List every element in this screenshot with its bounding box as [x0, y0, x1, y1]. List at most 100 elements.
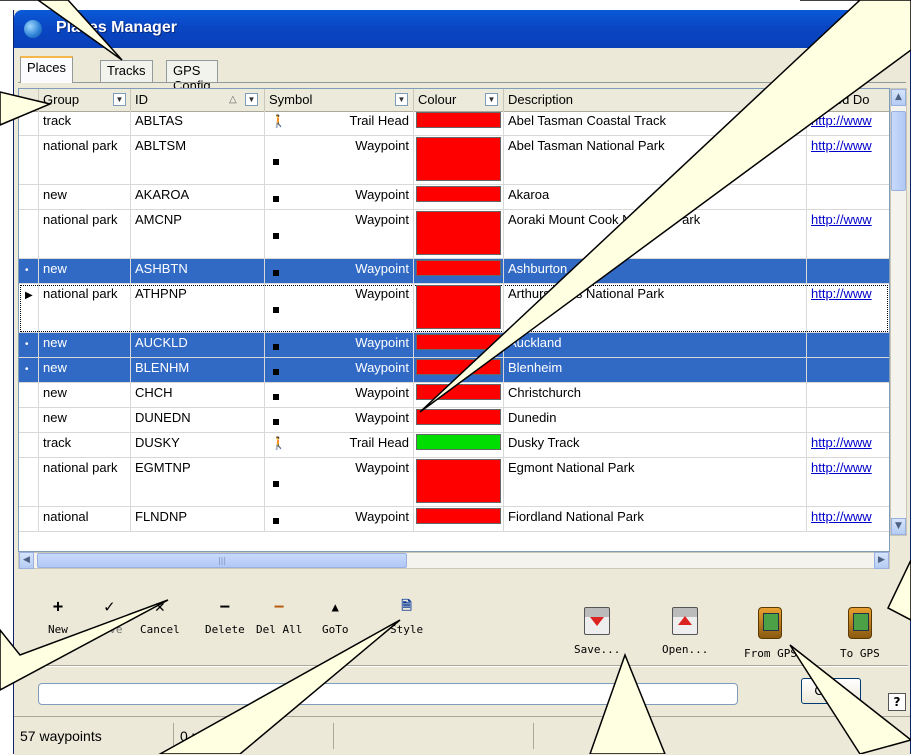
open-file-button[interactable]: Open...: [662, 607, 708, 656]
cell-description[interactable]: Fiordland National Park: [504, 507, 807, 531]
row-indicator[interactable]: [19, 383, 39, 407]
cell-symbol[interactable]: Waypoint: [265, 284, 414, 332]
cell-colour[interactable]: [414, 408, 504, 432]
linked-doc-link[interactable]: http://www: [811, 212, 872, 227]
from-gps-button[interactable]: From GPS: [744, 607, 797, 660]
save-button[interactable]: ✓ Save: [96, 597, 123, 636]
cell-linked-doc[interactable]: http://www: [807, 284, 889, 332]
cell-linked-doc[interactable]: [807, 358, 889, 382]
to-gps-button[interactable]: To GPS: [840, 607, 880, 660]
cell-colour[interactable]: [414, 259, 504, 283]
cell-colour[interactable]: [414, 383, 504, 407]
cell-description[interactable]: Akaroa: [504, 185, 807, 209]
table-row[interactable]: national park ABLTSM Waypoint Abel Tasman N…: [19, 136, 889, 185]
cell-symbol[interactable]: 🚶 Trail Head: [265, 433, 414, 457]
linked-doc-link[interactable]: http://www: [811, 460, 872, 475]
tab-places[interactable]: Places: [20, 56, 74, 83]
cell-description[interactable]: Arthurs Pass National Park: [504, 284, 807, 332]
cell-group[interactable]: national: [39, 507, 131, 531]
table-row[interactable]: new AKAROA Waypoint Akaroa: [19, 185, 889, 210]
cell-symbol[interactable]: Waypoint: [265, 507, 414, 531]
table-row[interactable]: • new AUCKLD Waypoint Auckland: [19, 333, 889, 358]
row-indicator[interactable]: [19, 458, 39, 506]
horizontal-scroll-thumb[interactable]: |||: [37, 553, 407, 568]
cell-id[interactable]: BLENHM: [131, 358, 265, 382]
cell-symbol[interactable]: Waypoint: [265, 333, 414, 357]
cell-colour[interactable]: [414, 333, 504, 357]
linked-doc-link[interactable]: http://www: [811, 138, 872, 153]
cell-symbol[interactable]: 🚶 Trail Head: [265, 111, 414, 135]
cell-group[interactable]: national park: [39, 136, 131, 184]
cell-group[interactable]: track: [39, 111, 131, 135]
cell-id[interactable]: ATHPNP: [131, 284, 265, 332]
cell-description[interactable]: Abel Tasman Coastal Track: [504, 111, 807, 135]
row-indicator[interactable]: [19, 210, 39, 258]
header-group[interactable]: Group ▼: [39, 89, 131, 111]
cell-id[interactable]: ABLTAS: [131, 111, 265, 135]
cancel-button[interactable]: ✕ Cancel: [140, 597, 180, 636]
tab-gps-config[interactable]: GPS Config: [166, 60, 218, 93]
cell-group[interactable]: new: [39, 333, 131, 357]
cell-id[interactable]: DUNEDN: [131, 408, 265, 432]
row-indicator[interactable]: [19, 185, 39, 209]
cell-id[interactable]: CHCH: [131, 383, 265, 407]
cell-group[interactable]: national park: [39, 284, 131, 332]
cell-id[interactable]: FLNDNP: [131, 507, 265, 531]
cell-linked-doc[interactable]: [807, 259, 889, 283]
cell-colour[interactable]: [414, 358, 504, 382]
row-indicator[interactable]: [19, 507, 39, 531]
table-row[interactable]: • new BLENHM Waypoint Blenheim: [19, 358, 889, 383]
linked-doc-link[interactable]: http://www: [811, 435, 872, 450]
goto-button[interactable]: ▲ GoTo: [322, 597, 349, 636]
style-button[interactable]: 🗎 Style: [390, 597, 423, 636]
linked-doc-link[interactable]: http://www: [811, 509, 872, 524]
colour-filter-dropdown-icon[interactable]: ▼: [485, 93, 498, 106]
vertical-scroll-thumb[interactable]: [891, 111, 906, 191]
cell-symbol[interactable]: Waypoint: [265, 408, 414, 432]
cell-linked-doc[interactable]: [807, 383, 889, 407]
cell-symbol[interactable]: Waypoint: [265, 383, 414, 407]
group-filter-dropdown-icon[interactable]: ▼: [113, 93, 126, 106]
cell-id[interactable]: ABLTSM: [131, 136, 265, 184]
help-icon[interactable]: ?: [888, 693, 906, 711]
cell-id[interactable]: AKAROA: [131, 185, 265, 209]
cell-id[interactable]: EGMTNP: [131, 458, 265, 506]
row-indicator[interactable]: •: [19, 358, 39, 382]
cell-symbol[interactable]: Waypoint: [265, 458, 414, 506]
table-row[interactable]: national FLNDNP Waypoint Fiordland National…: [19, 507, 889, 532]
cell-colour[interactable]: [414, 458, 504, 506]
row-indicator[interactable]: [19, 136, 39, 184]
cell-colour[interactable]: [414, 111, 504, 135]
cell-colour[interactable]: [414, 210, 504, 258]
header-linked-doc[interactable]: Linked Do: [807, 89, 889, 111]
tab-tracks[interactable]: Tracks: [100, 60, 153, 82]
cell-linked-doc[interactable]: http://www: [807, 210, 889, 258]
cell-colour[interactable]: [414, 284, 504, 332]
header-colour[interactable]: Colour ▼: [414, 89, 504, 111]
cell-group[interactable]: new: [39, 259, 131, 283]
symbol-filter-dropdown-icon[interactable]: ▼: [395, 93, 408, 106]
cell-group[interactable]: national park: [39, 458, 131, 506]
row-indicator[interactable]: •: [19, 259, 39, 283]
row-indicator[interactable]: •: [19, 333, 39, 357]
cell-group[interactable]: new: [39, 358, 131, 382]
delete-button[interactable]: − Delete: [205, 597, 245, 636]
scroll-left-icon[interactable]: ◀: [19, 552, 34, 569]
cell-linked-doc[interactable]: http://www: [807, 507, 889, 531]
cell-description[interactable]: Auckland: [504, 333, 807, 357]
save-file-button[interactable]: Save...: [574, 607, 620, 656]
linked-doc-link[interactable]: http://www: [811, 286, 872, 301]
cell-description[interactable]: Blenheim: [504, 358, 807, 382]
scroll-right-icon[interactable]: ▶: [874, 552, 889, 569]
scroll-down-icon[interactable]: ▼: [891, 518, 906, 535]
table-row[interactable]: ▶ national park ATHPNP Waypoint Arthurs Pass…: [19, 284, 889, 333]
cell-group[interactable]: new: [39, 185, 131, 209]
vertical-scrollbar[interactable]: ▲ ▼: [890, 88, 907, 536]
table-row[interactable]: track ABLTAS 🚶 Trail Head Abel Tasman Coasta…: [19, 111, 889, 136]
new-button[interactable]: + New: [48, 597, 68, 636]
row-indicator[interactable]: [19, 408, 39, 432]
cell-id[interactable]: AUCKLD: [131, 333, 265, 357]
cell-description[interactable]: Christchurch: [504, 383, 807, 407]
cell-colour[interactable]: [414, 185, 504, 209]
cell-id[interactable]: DUSKY: [131, 433, 265, 457]
